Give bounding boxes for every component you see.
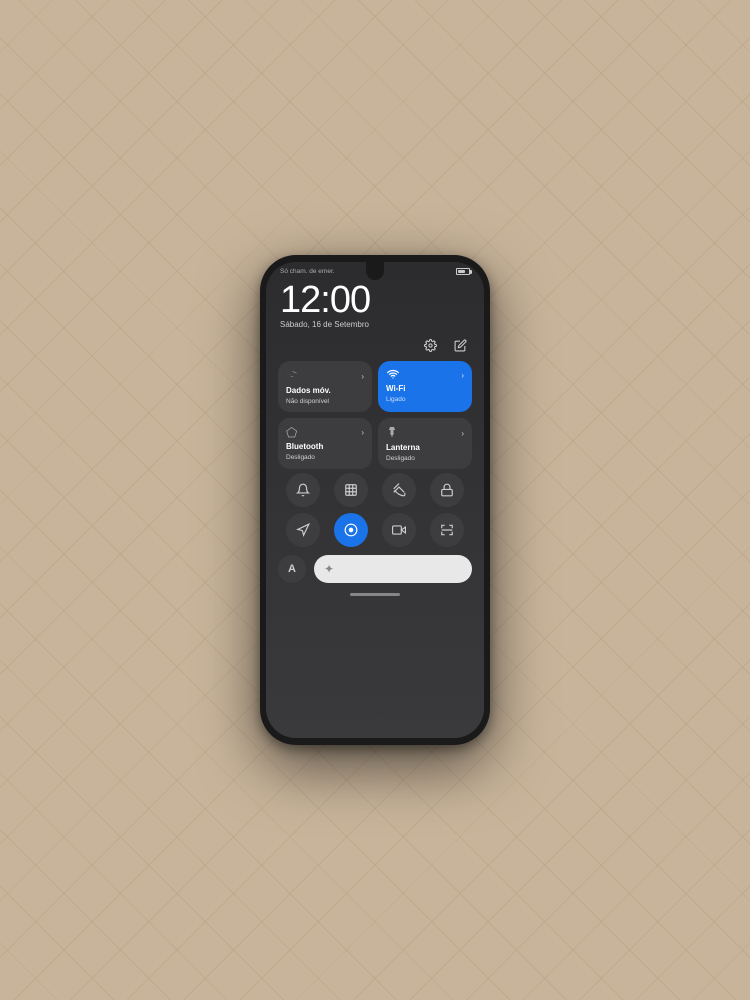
brightness-row: A ✦ [266, 551, 484, 587]
lanterna-icon [386, 425, 398, 442]
lanterna-label: Lanterna [386, 444, 464, 453]
lanterna-sublabel: Desligado [386, 455, 464, 462]
tile-dados-icon-row: › [286, 368, 364, 385]
dados-moveis-arrow: › [361, 372, 364, 381]
tile-wifi-icon-row: › [386, 368, 464, 383]
gear-icon[interactable] [420, 335, 440, 355]
tile-dados-moveis[interactable]: › Dados móv. Não disponível [278, 361, 372, 412]
wifi-arrow: › [461, 371, 464, 380]
auto-brightness-button[interactable]: A [278, 555, 306, 583]
tiles-row-2: ⬠ › Bluetooth Desligado [278, 418, 472, 469]
home-bar [350, 593, 400, 596]
qs-top-row [266, 335, 484, 355]
clock-time: 12:00 [280, 281, 470, 319]
bluetooth-sublabel: Desligado [286, 454, 364, 461]
tile-lanterna-icon-row: › [386, 425, 464, 442]
wifi-label: Wi-Fi [386, 385, 464, 394]
icon-buttons-section [266, 469, 484, 551]
lock-button[interactable] [430, 473, 464, 507]
airplane-button[interactable] [382, 473, 416, 507]
scan-button[interactable] [430, 513, 464, 547]
brightness-sun-icon: ✦ [324, 562, 334, 576]
screen: Só cham. de emer. 12:00 Sábado, 16 de Se… [266, 262, 484, 738]
brightness-slider[interactable]: ✦ [314, 555, 472, 583]
tile-wifi[interactable]: › Wi-Fi Ligado [378, 361, 472, 412]
location-button[interactable] [286, 513, 320, 547]
focus-button[interactable] [334, 513, 368, 547]
tile-lanterna[interactable]: › Lanterna Desligado [378, 418, 472, 469]
clock-area: 12:00 Sábado, 16 de Setembro [266, 277, 484, 335]
status-emergency-text: Só cham. de emer. [280, 268, 335, 275]
wifi-icon [386, 368, 400, 383]
tiles-row-1: › Dados móv. Não disponível [278, 361, 472, 412]
dados-moveis-sublabel: Não disponível [286, 398, 364, 405]
edit-icon[interactable] [450, 335, 470, 355]
battery-icon [456, 268, 470, 275]
tiles-section: › Dados móv. Não disponível [266, 361, 484, 469]
dados-moveis-label: Dados móv. [286, 387, 364, 396]
tile-bluetooth-icon-row: ⬠ › [286, 425, 364, 441]
auto-brightness-label: A [288, 563, 296, 575]
video-button[interactable] [382, 513, 416, 547]
status-right-icons [456, 268, 470, 275]
camera-notch [366, 262, 384, 280]
home-indicator[interactable] [266, 587, 484, 600]
icon-row-2 [278, 513, 472, 547]
phone-outer: Só cham. de emer. 12:00 Sábado, 16 de Se… [260, 255, 490, 745]
tile-bluetooth[interactable]: ⬠ › Bluetooth Desligado [278, 418, 372, 469]
clock-date: Sábado, 16 de Setembro [280, 320, 470, 329]
phone-inner: Só cham. de emer. 12:00 Sábado, 16 de Se… [266, 262, 484, 738]
lanterna-arrow: › [461, 429, 464, 438]
bluetooth-label: Bluetooth [286, 443, 364, 452]
dados-moveis-icon [286, 368, 298, 385]
bell-button[interactable] [286, 473, 320, 507]
icon-row-1 [278, 473, 472, 507]
bluetooth-icon: ⬠ [286, 425, 297, 441]
screenshot-button[interactable] [334, 473, 368, 507]
bluetooth-arrow: › [361, 428, 364, 437]
wifi-sublabel: Ligado [386, 396, 464, 403]
